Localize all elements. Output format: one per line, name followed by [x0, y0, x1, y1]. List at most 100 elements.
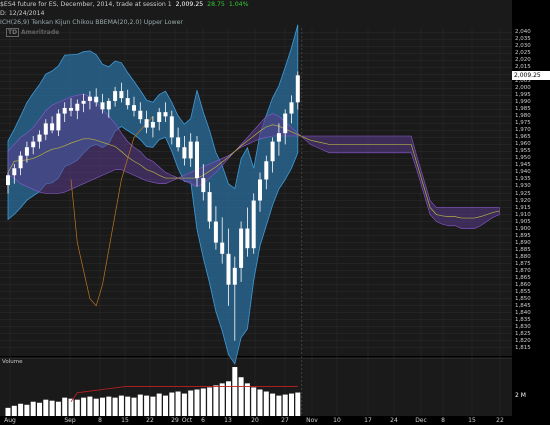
price-tick-label: 1,935 [515, 176, 531, 183]
percent-change: 1.04% [228, 1, 249, 8]
volume-bar [118, 395, 124, 416]
candle-body [6, 175, 10, 186]
bollinger-band [7, 24, 299, 365]
volume-scale-label: 2 M [515, 392, 526, 399]
net-change: 28.75 [207, 1, 225, 8]
price-tick-label: 1,960 [515, 141, 531, 148]
candle-body [251, 200, 256, 249]
date-tick-label: 22 [146, 417, 154, 424]
volume-bar [232, 367, 238, 416]
candle-body [81, 100, 86, 104]
volume-bar [263, 391, 269, 416]
date-tick-label: Oct [181, 417, 193, 424]
candle-body [87, 96, 92, 101]
volume-bar [188, 390, 194, 416]
candle-body [226, 253, 231, 285]
volume-bar [24, 404, 30, 416]
volume-bar [163, 395, 168, 416]
volume-bar [156, 393, 162, 416]
date-tick-label: Nov [306, 417, 318, 424]
date-tick-label: 13 [224, 417, 232, 424]
price-tick-label: 2,000 [515, 85, 531, 92]
candle-body [213, 221, 218, 243]
candle-body [188, 141, 193, 159]
volume-bar [137, 394, 143, 416]
candle-body [75, 103, 80, 111]
candle-body [195, 141, 199, 179]
date-tick-label: 29 [171, 417, 179, 424]
candle-body [232, 267, 237, 285]
candle-body [69, 107, 73, 111]
candle-body [106, 100, 111, 110]
price-tick-label: 1,870 [515, 267, 531, 274]
candle-body [56, 113, 61, 131]
volume-bar [62, 397, 68, 416]
volume-bar [74, 399, 80, 416]
price-tick-label: 1,925 [515, 190, 531, 197]
price-tick-label: 1,985 [515, 106, 531, 113]
candle-body [43, 123, 48, 135]
volume-bar [257, 389, 263, 416]
candle-body [295, 75, 300, 103]
price-tick-label: 1,855 [515, 288, 531, 295]
price-tick-label: 1,920 [515, 197, 531, 204]
date-tick-label: 8 [441, 417, 445, 424]
date-tick-label: 22 [496, 417, 504, 424]
volume-bar [43, 399, 49, 416]
price-tick-label: 1,940 [515, 169, 531, 176]
price-tick-label: 1,850 [515, 295, 531, 302]
time-axis[interactable]: Aug Sep 8 15 22 29 Oct 6 13 20 27 Nov 10 17 24 Dec 8 15 22 [0, 416, 512, 425]
date-tick-label: Dec [415, 417, 427, 424]
price-tick-label: 1,885 [515, 246, 531, 253]
volume-bar [181, 393, 187, 416]
price-tick-label: 1,970 [515, 127, 531, 134]
volume-bar [18, 403, 24, 416]
candle-body [94, 96, 99, 103]
chart-canvas [0, 24, 512, 416]
price-tick-label: 1,905 [515, 218, 531, 225]
period-label: D: 12/24/2014 [0, 10, 45, 17]
candle-body [245, 228, 250, 249]
volume-bar [238, 377, 244, 416]
date-tick-label: 6 [201, 417, 205, 424]
price-tick-label: 1,875 [515, 260, 531, 267]
candle-body [18, 155, 23, 169]
price-tick-label: 1,975 [515, 120, 531, 127]
volume-bar [144, 395, 150, 416]
volume-bar [200, 388, 206, 416]
price-tick-label: 2,030 [515, 43, 531, 50]
candle-body [24, 147, 29, 156]
candle-body [169, 116, 174, 138]
price-tick-label: 2,015 [515, 64, 531, 71]
candle-body [239, 228, 244, 268]
price-axis[interactable]: 2,0402,0352,0302,0252,0202,0152,0102,005… [512, 0, 550, 416]
volume-bar [150, 396, 156, 416]
candle-body [163, 112, 168, 117]
candle-body [125, 98, 130, 106]
volume-bar [93, 398, 99, 416]
last-price-marker: 2,009.25 [512, 70, 550, 80]
candle-body [144, 119, 149, 128]
watermark-logo: TD Ameritrade [6, 28, 60, 37]
volume-bar [11, 405, 17, 416]
price-tick-label: 1,880 [515, 253, 531, 260]
candle-body [201, 178, 206, 193]
price-tick-label: 1,930 [515, 183, 531, 190]
last-price: 2,009.25 [175, 1, 204, 8]
volume-bar [194, 389, 200, 416]
volume-bar [219, 383, 225, 416]
price-tick-label: 1,860 [515, 281, 531, 288]
volume-bar [49, 400, 55, 416]
candle-body [182, 147, 187, 159]
price-tick-label: 2,040 [515, 29, 531, 36]
date-tick-label: 15 [121, 417, 129, 424]
volume-bar [112, 397, 118, 416]
volume-bar [100, 397, 105, 416]
volume-bar [282, 394, 288, 416]
volume-bar [276, 395, 282, 416]
candle-body [264, 161, 269, 180]
candle-body [276, 133, 281, 142]
price-tick-label: 2,035 [515, 36, 531, 43]
price-tick-label: 1,955 [515, 148, 531, 155]
volume-bar [270, 393, 276, 416]
